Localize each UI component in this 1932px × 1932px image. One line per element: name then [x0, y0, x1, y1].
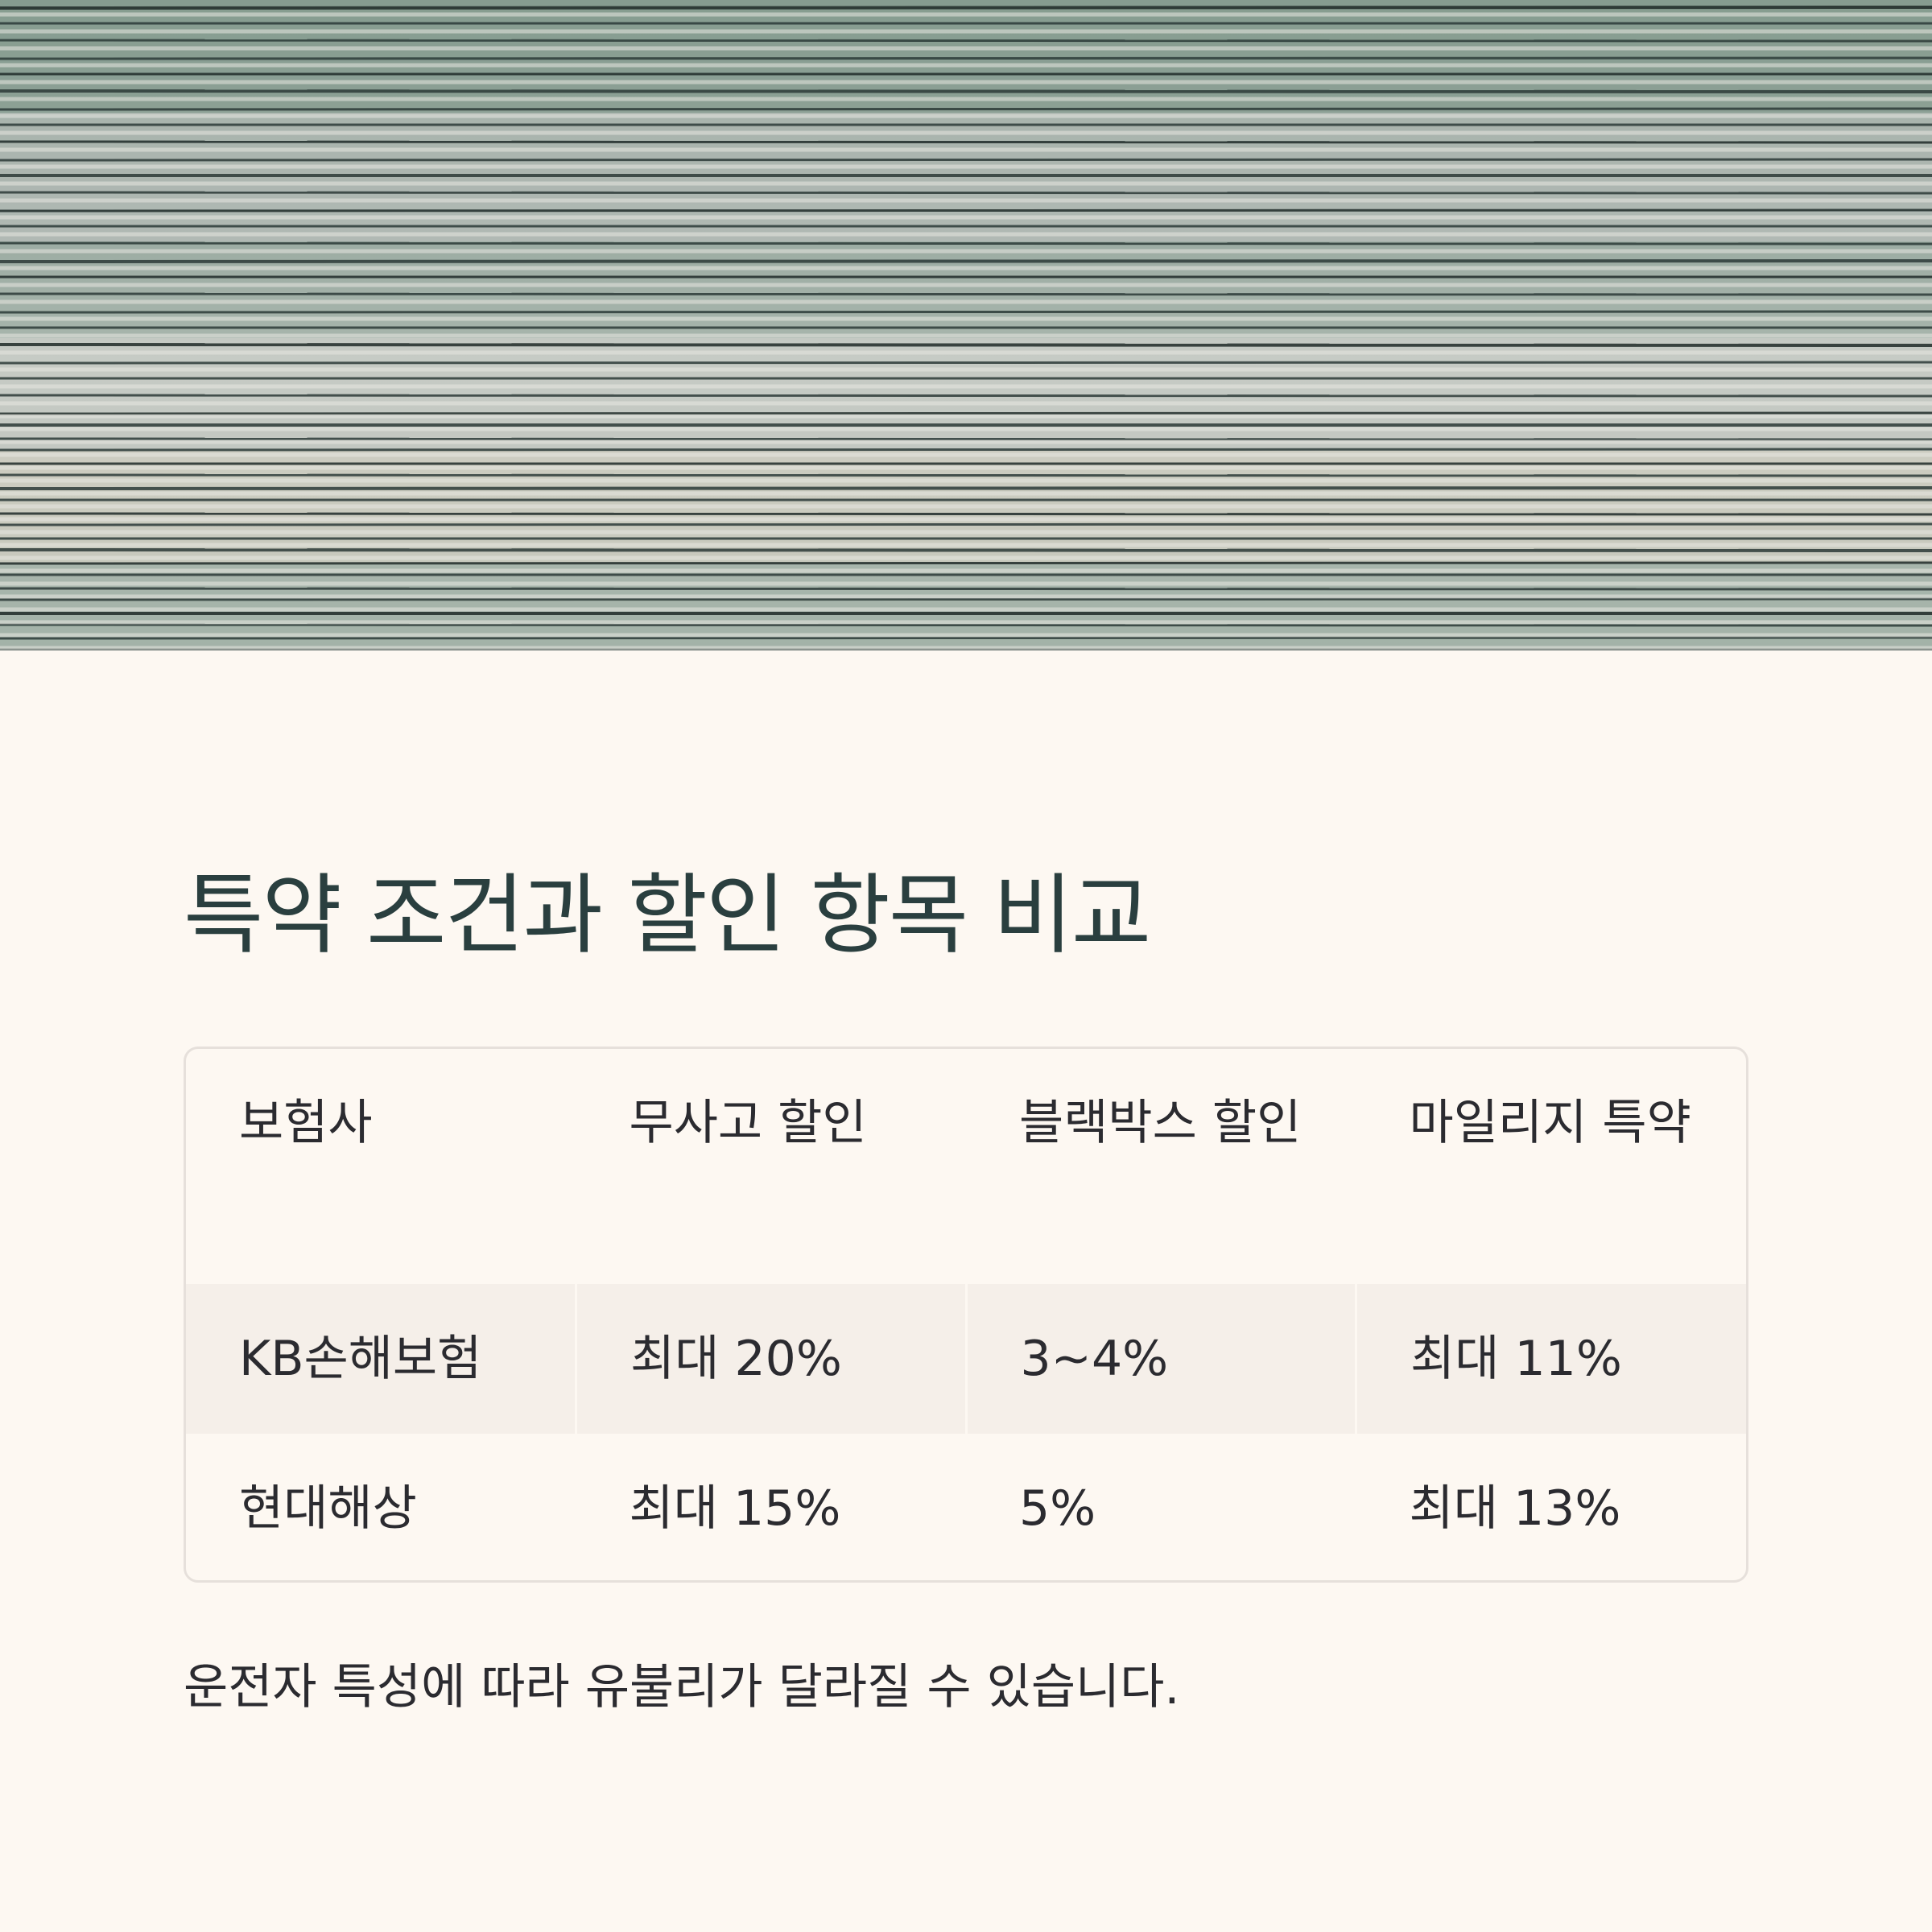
header-no-accident-discount: 무사고 할인: [629, 1095, 867, 1151]
footnote: 운전자 특성에 따라 유불리가 달라질 수 있습니다.: [184, 1659, 1180, 1715]
header-blackbox-discount: 블랙박스 할인: [1019, 1095, 1302, 1151]
cell-blackbox-discount: 5%: [1019, 1480, 1096, 1537]
table-row: KB손해보험 최대 20% 3~4% 최대 11%: [186, 1284, 1746, 1434]
cell-blackbox-discount: 3~4%: [966, 1284, 1357, 1434]
header-insurer: 보험사: [239, 1095, 373, 1151]
cell-mileage-rider: 최대 11%: [1356, 1284, 1746, 1434]
table-header-row: 보험사 무사고 할인 블랙박스 할인 마일리지 특약: [186, 1049, 1746, 1284]
cell-mileage-rider: 최대 13%: [1409, 1480, 1621, 1537]
header-mileage-rider: 마일리지 특약: [1409, 1095, 1691, 1151]
cell-no-accident-discount: 최대 15%: [629, 1480, 841, 1537]
page-title: 특약 조건과 할인 항목 비교: [184, 865, 1151, 966]
cell-insurer: 현대해상: [239, 1480, 417, 1537]
cell-insurer: KB손해보험: [186, 1284, 577, 1434]
comparison-table: 보험사 무사고 할인 블랙박스 할인 마일리지 특약 KB손해보험 최대 20%…: [184, 1046, 1748, 1583]
page: 특약 조건과 할인 항목 비교 보험사 무사고 할인 블랙박스 할인 마일리지 …: [0, 0, 1932, 1932]
table-row: 현대해상 최대 15% 5% 최대 13%: [186, 1434, 1746, 1580]
striped-pattern-image: [0, 0, 1932, 650]
hero-image: [0, 0, 1932, 650]
cell-no-accident-discount: 최대 20%: [576, 1284, 968, 1434]
